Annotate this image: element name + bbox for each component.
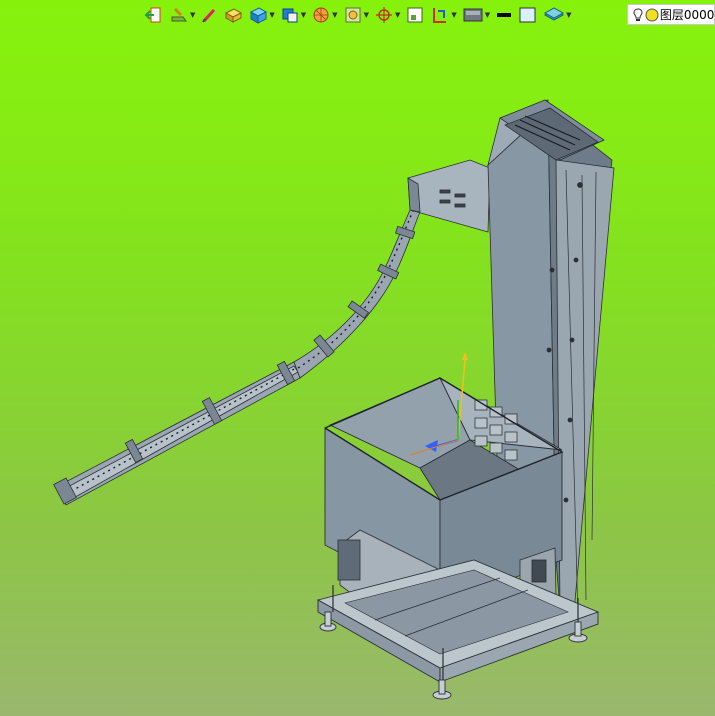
sphere-icon <box>313 7 329 23</box>
section-icon <box>433 8 447 23</box>
box-feature-button[interactable] <box>223 4 243 26</box>
chevron-down-icon[interactable]: ▼ <box>269 11 274 19</box>
chevron-down-icon[interactable]: ▼ <box>395 11 400 19</box>
fill-color-icon <box>519 7 536 23</box>
chevron-down-icon[interactable]: ▼ <box>332 11 337 19</box>
frame-button[interactable] <box>405 4 425 26</box>
section-button[interactable]: ▼ <box>430 4 457 26</box>
view-icon <box>345 7 361 23</box>
pen-icon <box>202 8 216 23</box>
sphere-button[interactable]: ▼ <box>311 4 338 26</box>
sketch-icon <box>171 7 187 22</box>
chevron-down-icon[interactable]: ▼ <box>301 11 306 19</box>
chevron-down-icon[interactable]: ▼ <box>566 11 571 19</box>
line-color-icon <box>497 13 512 17</box>
chevron-down-icon[interactable]: ▼ <box>364 11 369 19</box>
layer-color-dot-icon[interactable] <box>645 7 660 22</box>
box-feature-icon <box>225 8 243 23</box>
sketch-button[interactable]: ▼ <box>169 4 195 26</box>
discharge-chute[interactable] <box>407 159 491 233</box>
layer-name: 图层0000 <box>659 8 714 22</box>
display-icon <box>463 8 483 22</box>
target-button[interactable]: ▼ <box>374 4 400 26</box>
layers-icon <box>544 7 565 21</box>
target-icon <box>375 7 392 23</box>
frame-icon <box>407 7 423 23</box>
chevron-down-icon[interactable]: ▼ <box>190 11 195 19</box>
exit-sketch-icon <box>144 7 161 23</box>
fill-color-button[interactable] <box>518 4 538 26</box>
solid-button[interactable]: ▼ <box>248 4 275 26</box>
layers-button[interactable]: ▼ <box>543 4 572 26</box>
bulb-icon[interactable] <box>631 7 645 23</box>
3d-viewport[interactable] <box>0 0 715 716</box>
layer-selector[interactable]: 图层0000 <box>627 4 715 25</box>
chevron-down-icon[interactable]: ▼ <box>485 11 490 19</box>
line-color-button[interactable] <box>495 4 513 26</box>
solid-icon <box>250 7 268 24</box>
display-button[interactable]: ▼ <box>462 4 490 26</box>
boolean-icon <box>282 8 298 23</box>
boolean-button[interactable]: ▼ <box>280 4 306 26</box>
chevron-down-icon[interactable]: ▼ <box>451 11 456 19</box>
exit-sketch-button[interactable] <box>142 4 164 26</box>
pen-button[interactable] <box>200 4 218 26</box>
view-button[interactable]: ▼ <box>343 4 369 26</box>
